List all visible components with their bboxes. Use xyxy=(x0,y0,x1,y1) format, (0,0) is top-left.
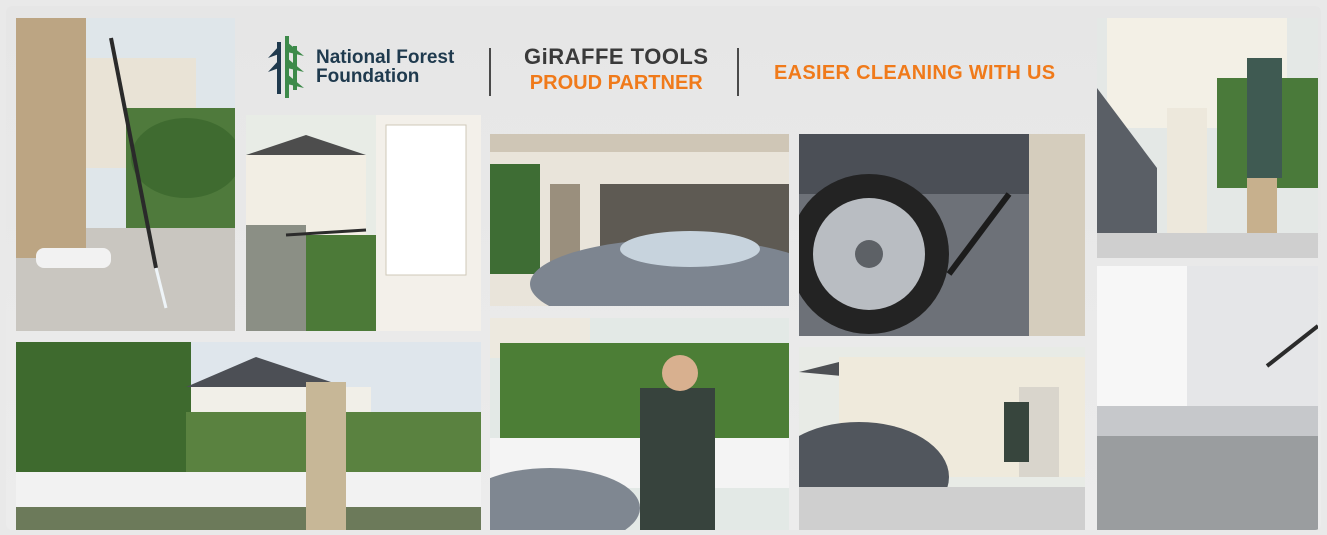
giraffe-brand: GiRAFFE TOOLS xyxy=(524,44,709,69)
tagline: EASIER CLEANING WITH US xyxy=(774,62,1056,84)
photo-house-car-washing xyxy=(799,347,1085,530)
photo-hedge-car-washing xyxy=(490,318,789,530)
giraffe-tools-logo: GiRAFFE TOOLS PROUD PARTNER xyxy=(524,44,709,95)
proud-partner-label: PROUD PARTNER xyxy=(529,72,703,94)
photo-driveway-car-washing xyxy=(1097,18,1318,258)
photo-patio-washing xyxy=(16,18,235,331)
promo-banner: National Forest Foundation GiRAFFE TOOLS… xyxy=(6,6,1321,530)
divider xyxy=(489,48,491,96)
divider xyxy=(737,48,739,96)
photo-wheel-washing xyxy=(799,134,1085,336)
photo-garden-path-washing xyxy=(16,342,481,530)
photo-fence-base-washing xyxy=(1097,266,1318,530)
nff-name-line1: National Forest xyxy=(316,47,455,68)
photo-house-wall-washing xyxy=(246,115,481,331)
nff-logo: National Forest Foundation xyxy=(266,36,454,98)
banner-header: National Forest Foundation GiRAFFE TOOLS… xyxy=(246,14,1098,130)
tree-icon xyxy=(268,36,304,98)
photo-garage-car-washing xyxy=(490,134,789,306)
nff-name-line2: Foundation xyxy=(316,66,420,87)
